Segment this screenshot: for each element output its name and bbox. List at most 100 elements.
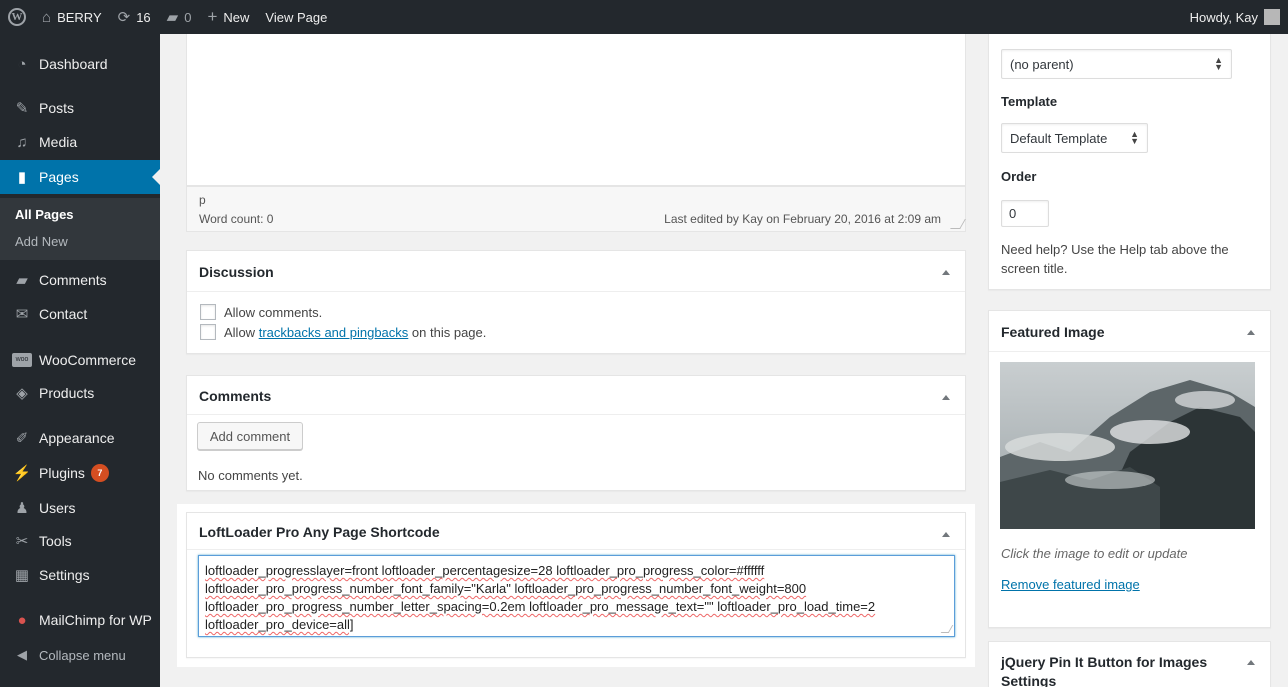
menu-woocommerce[interactable]: woo WooCommerce — [0, 343, 160, 377]
comments-panel: Comments Add comment No comments yet. — [186, 375, 966, 491]
no-comments-text: No comments yet. — [198, 468, 303, 483]
settings-icon: ▦ — [14, 567, 30, 584]
element-path: p — [199, 193, 206, 207]
menu-appearance[interactable]: ✐ Appearance — [0, 421, 160, 455]
menu-label: Contact — [39, 306, 88, 322]
allow-trackbacks-checkbox[interactable] — [200, 324, 216, 340]
admin-menu: ◔ Dashboard ✎ Posts ♫ Media ▮ Pages All … — [0, 34, 160, 687]
trackbacks-link[interactable]: trackbacks and pingbacks — [259, 325, 409, 340]
remove-featured-image-link[interactable]: Remove featured image — [1001, 577, 1140, 592]
featured-image-caption: Click the image to edit or update — [1001, 546, 1188, 561]
menu-label: Tools — [39, 533, 72, 549]
label-suffix: on this page. — [411, 325, 487, 340]
allow-comments-label: Allow comments. — [224, 305, 323, 320]
envelope-icon: ✉ — [15, 306, 29, 323]
allow-comments-checkbox[interactable] — [200, 304, 216, 320]
submenu-all-pages[interactable]: All Pages — [15, 207, 74, 222]
comment-bubble-icon: ▰ — [166, 9, 179, 26]
allow-trackbacks-label: Allow trackbacks and pingbacks on this p… — [224, 325, 486, 340]
menu-products[interactable]: ◈ Products — [0, 376, 160, 410]
mountain-photo — [1000, 362, 1255, 529]
collapse-menu-button[interactable]: ◀ Collapse menu — [0, 638, 160, 672]
refresh-icon: ⟳ — [117, 9, 131, 26]
menu-settings[interactable]: ▦ Settings — [0, 558, 160, 592]
dashboard-icon: ◔ — [17, 55, 27, 73]
menu-contact[interactable]: ✉ Contact — [0, 297, 160, 331]
updates-count: 16 — [136, 9, 151, 25]
plugins-update-badge: 7 — [90, 464, 109, 482]
featured-image-thumbnail[interactable] — [1000, 362, 1255, 529]
comments-link[interactable]: ▰ 0 — [159, 0, 200, 34]
menu-label: Users — [39, 500, 76, 516]
editor-status-bar: p Word count: 0 Last edited by Kay on Fe… — [186, 186, 966, 232]
menu-label: MailChimp for WP — [39, 612, 152, 628]
updates-link[interactable]: ⟳ 16 — [110, 0, 159, 34]
pages-submenu: All Pages Add New — [0, 198, 160, 260]
menu-label: Settings — [39, 567, 90, 583]
featured-image-title[interactable]: Featured Image — [1001, 324, 1104, 340]
parent-select[interactable]: (no parent) ▲ ▼ — [1001, 49, 1232, 79]
view-page-label: View Page — [265, 9, 328, 25]
order-input[interactable]: 0 — [1001, 200, 1049, 227]
collapse-arrow-icon: ◀ — [17, 647, 27, 662]
order-label: Order — [1001, 169, 1037, 184]
template-select[interactable]: Default Template ▲ ▼ — [1001, 123, 1148, 153]
view-page-link[interactable]: View Page — [257, 0, 335, 34]
toggle-panel-icon[interactable] — [1247, 660, 1255, 665]
divider — [989, 351, 1270, 352]
site-name: BERRY — [57, 9, 102, 25]
site-name-link[interactable]: ⌂ BERRY — [34, 0, 110, 34]
woo-icon: woo — [12, 353, 32, 367]
menu-label: Posts — [39, 100, 75, 116]
shortcode-textarea[interactable]: loftloader_progresslayer=front loftloade… — [198, 555, 955, 637]
pin-it-panel: jQuery Pin It Button for Images Settings — [988, 641, 1271, 687]
shortcode-line: loftloader_pro_progress_number_font_fami… — [205, 581, 807, 596]
wordpress-logo-icon[interactable]: W — [0, 0, 34, 34]
current-menu-arrow — [152, 169, 160, 185]
content-editor[interactable] — [186, 34, 966, 186]
menu-posts[interactable]: ✎ Posts — [0, 91, 160, 125]
menu-label: Plugins — [39, 465, 85, 481]
pin-it-title[interactable]: jQuery Pin It Button for Images Settings — [1001, 653, 1207, 687]
page-attributes-panel: (no parent) ▲ ▼ Template Default Template… — [988, 34, 1271, 290]
template-label: Template — [1001, 94, 1058, 109]
select-arrows-icon: ▲ ▼ — [1130, 129, 1139, 146]
my-account-link[interactable]: Howdy, Kay — [1182, 0, 1288, 34]
word-count: Word count: 0 — [199, 212, 274, 226]
menu-comments[interactable]: ▰ Comments — [0, 263, 160, 297]
comments-title[interactable]: Comments — [199, 388, 271, 404]
avatar — [1264, 9, 1280, 25]
resize-handle[interactable] — [950, 219, 966, 229]
menu-mailchimp[interactable]: ● MailChimp for WP — [0, 603, 160, 637]
new-content-link[interactable]: + New — [199, 0, 257, 34]
wrench-icon: ✂ — [15, 533, 29, 550]
menu-users[interactable]: ♟ Users — [0, 491, 160, 525]
menu-pages[interactable]: ▮ Pages — [0, 160, 160, 194]
toggle-panel-icon[interactable] — [942, 395, 950, 400]
greeting: Howdy, Kay — [1189, 9, 1258, 25]
menu-label: WooCommerce — [39, 352, 136, 368]
submenu-add-new[interactable]: Add New — [15, 234, 68, 249]
toggle-panel-icon[interactable] — [942, 270, 950, 275]
plus-icon: + — [207, 7, 218, 26]
divider — [187, 291, 965, 292]
home-icon: ⌂ — [42, 8, 52, 26]
menu-label: Appearance — [39, 430, 115, 446]
pin-it-title-line: Settings — [1001, 673, 1057, 687]
toggle-panel-icon[interactable] — [1247, 330, 1255, 335]
menu-tools[interactable]: ✂ Tools — [0, 524, 160, 558]
parent-value: (no parent) — [1010, 56, 1074, 72]
divider — [187, 414, 965, 415]
discussion-panel: Discussion Allow comments. Allow trackba… — [186, 250, 966, 354]
admin-bar: W ⌂ BERRY ⟳ 16 ▰ 0 + New View Page Howdy… — [0, 0, 1288, 34]
menu-label: Media — [39, 134, 78, 150]
discussion-title[interactable]: Discussion — [199, 264, 274, 280]
add-comment-button[interactable]: Add comment — [197, 422, 303, 450]
menu-media[interactable]: ♫ Media — [0, 125, 160, 159]
toggle-panel-icon[interactable] — [942, 532, 950, 537]
menu-dashboard[interactable]: ◔ Dashboard — [0, 47, 160, 81]
loftloader-title[interactable]: LoftLoader Pro Any Page Shortcode — [199, 524, 440, 540]
last-edited: Last edited by Kay on February 20, 2016 … — [664, 212, 941, 226]
pages-icon: ▮ — [17, 169, 27, 186]
menu-plugins[interactable]: ⚡ Plugins 7 — [0, 456, 160, 490]
